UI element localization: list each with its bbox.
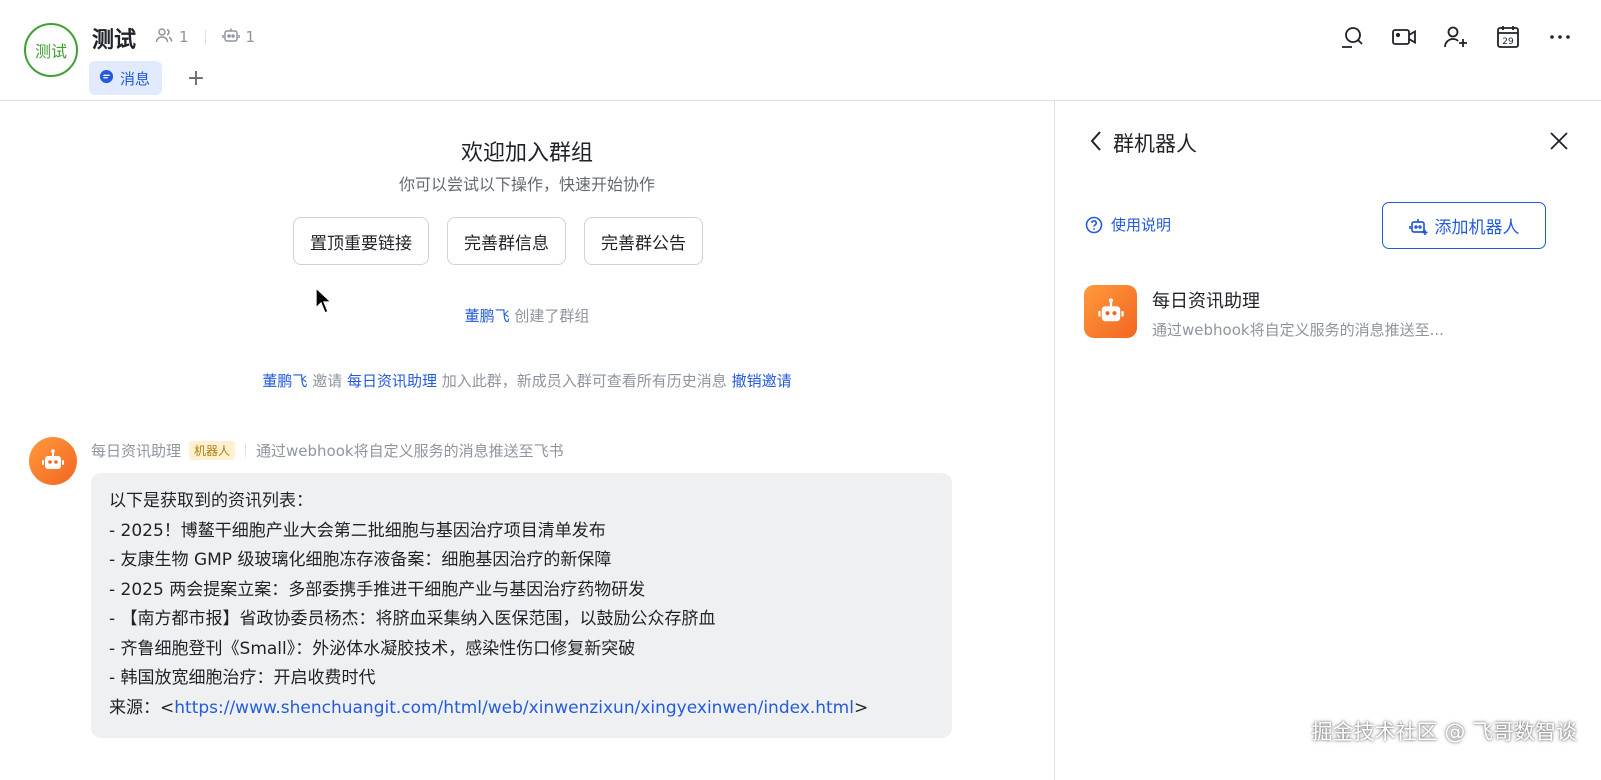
message-line: - 齐鲁细胞登刊《Small》：外泌体水凝胶技术，感染性伤口修复新突破 xyxy=(109,638,636,659)
add-tab-button[interactable]: + xyxy=(184,64,208,92)
help-label: 使用说明 xyxy=(1111,216,1172,234)
panel-title: 群机器人 xyxy=(1113,132,1197,156)
pin-links-button[interactable]: 置顶重要链接 xyxy=(293,217,429,265)
message-bubble-icon xyxy=(99,69,114,88)
welcome-title: 欢迎加入群组 xyxy=(460,141,593,166)
complete-group-info-button[interactable]: 完善群信息 xyxy=(447,217,566,265)
header-actions: 29 xyxy=(1337,22,1575,52)
bot-tag: 机器人 xyxy=(189,441,236,460)
video-call-icon[interactable] xyxy=(1389,22,1419,52)
bot-icon[interactable] xyxy=(221,27,240,47)
created-text: 创建了群组 xyxy=(514,307,590,325)
close-icon[interactable] xyxy=(1547,129,1571,153)
robot-icon xyxy=(42,449,64,469)
bot-list-name: 每日资讯助理 xyxy=(1152,291,1260,312)
calendar-icon[interactable]: 29 xyxy=(1493,22,1523,52)
add-bot-button[interactable]: 添加机器人 xyxy=(1382,202,1546,249)
message-source-line: 来源：<https://www.shenchuangit.com/html/we… xyxy=(109,694,934,724)
sender-description: 通过webhook将自定义服务的消息推送至飞书 xyxy=(256,442,564,460)
mouse-cursor-icon xyxy=(315,286,333,319)
source-label: 来源：< xyxy=(109,697,175,718)
members-icon[interactable] xyxy=(155,27,173,47)
message-line: - 【南方都市报】省政协委员杨杰：将脐血采集纳入医保范围，以鼓励公众存脐血 xyxy=(109,609,716,629)
invitee-link[interactable]: 每日资讯助理 xyxy=(347,372,437,390)
search-chat-icon[interactable] xyxy=(1337,22,1367,52)
tab-messages-label: 消息 xyxy=(120,69,151,88)
inviter-link[interactable]: 董鹏飞 xyxy=(262,372,307,390)
header-divider xyxy=(245,444,247,457)
quick-actions: 置顶重要链接 完善群信息 完善群公告 xyxy=(293,217,703,265)
add-member-icon[interactable] xyxy=(1441,22,1471,52)
message-line: 以下是获取到的资讯列表： xyxy=(109,491,313,511)
tab-messages[interactable]: 消息 xyxy=(89,61,163,95)
bot-list-item[interactable]: 每日资讯助理 通过webhook将自定义服务的消息推送至... xyxy=(1084,285,1574,341)
group-meta: 1 1 xyxy=(155,27,255,47)
message-bubble[interactable]: 以下是获取到的资讯列表： - 2025！博鳌干细胞产业大会第二批细胞与基因治疗项… xyxy=(91,473,952,738)
group-name[interactable]: 测试 xyxy=(92,22,136,54)
back-chevron-icon[interactable] xyxy=(1085,129,1107,153)
message-header: 每日资讯助理 机器人 通过webhook将自定义服务的消息推送至飞书 xyxy=(91,440,564,461)
message-line: - 2025！博鳌干细胞产业大会第二批细胞与基因治疗项目清单发布 xyxy=(109,520,606,541)
group-bots-panel: 群机器人 使用说明 添加机器人 每日资讯助理 通过webhook将自定义服务的消… xyxy=(1054,101,1601,780)
source-end: > xyxy=(853,697,869,718)
bot-list-avatar xyxy=(1084,285,1137,338)
bot-list-desc: 通过webhook将自定义服务的消息推送至... xyxy=(1152,321,1444,339)
add-bot-icon xyxy=(1408,218,1427,235)
bots-count[interactable]: 1 xyxy=(246,28,256,46)
sender-name[interactable]: 每日资讯助理 xyxy=(91,440,181,461)
members-count[interactable]: 1 xyxy=(179,28,189,46)
question-icon xyxy=(1085,216,1103,233)
message-line: - 友康生物 GMP 级玻璃化细胞冻存液备案：细胞基因治疗的新保障 xyxy=(109,550,612,570)
meta-divider xyxy=(204,30,206,44)
bot-avatar[interactable] xyxy=(29,437,77,485)
system-created-message: 董鹏飞 创建了群组 xyxy=(0,305,1054,326)
system-invite-message: 董鹏飞 邀请 每日资讯助理 加入此群，新成员入群可查看所有历史消息 撤销邀请 xyxy=(0,370,1054,391)
revoke-invite-link[interactable]: 撤销邀请 xyxy=(732,372,792,390)
chat-main: 欢迎加入群组 你可以尝试以下操作，快速开始协作 置顶重要链接 完善群信息 完善群… xyxy=(0,101,1054,780)
invite-text: 加入此群，新成员入群可查看所有历史消息 xyxy=(441,372,727,390)
invite-verb: 邀请 xyxy=(312,372,343,390)
group-avatar[interactable]: 测试 xyxy=(24,23,78,77)
robot-icon xyxy=(1097,297,1124,321)
message-line: - 2025 两会提案立案：多部委携手推进干细胞产业与基因治疗药物研发 xyxy=(109,579,646,600)
svg-text:29: 29 xyxy=(1502,37,1514,47)
add-bot-label: 添加机器人 xyxy=(1434,218,1520,238)
message-line: - 韩国放宽细胞治疗：开启收费时代 xyxy=(109,668,376,688)
creator-link[interactable]: 董鹏飞 xyxy=(465,307,510,325)
complete-announcement-button[interactable]: 完善群公告 xyxy=(584,217,703,265)
help-link[interactable]: 使用说明 xyxy=(1085,214,1171,235)
chat-header: 测试 测试 1 1 消息 + 29 xyxy=(0,0,1601,101)
more-options-icon[interactable] xyxy=(1545,22,1575,52)
app-window: 测试 测试 1 1 消息 + 29 欢迎加入群组 你可以尝试以下操作，快速开始协… xyxy=(0,0,1601,780)
source-url-link[interactable]: https://www.shenchuangit.com/html/web/xi… xyxy=(174,698,854,718)
watermark: 掘金技术社区 @ 飞哥数智谈 xyxy=(1311,720,1577,744)
welcome-subtitle: 你可以尝试以下操作，快速开始协作 xyxy=(398,175,655,194)
